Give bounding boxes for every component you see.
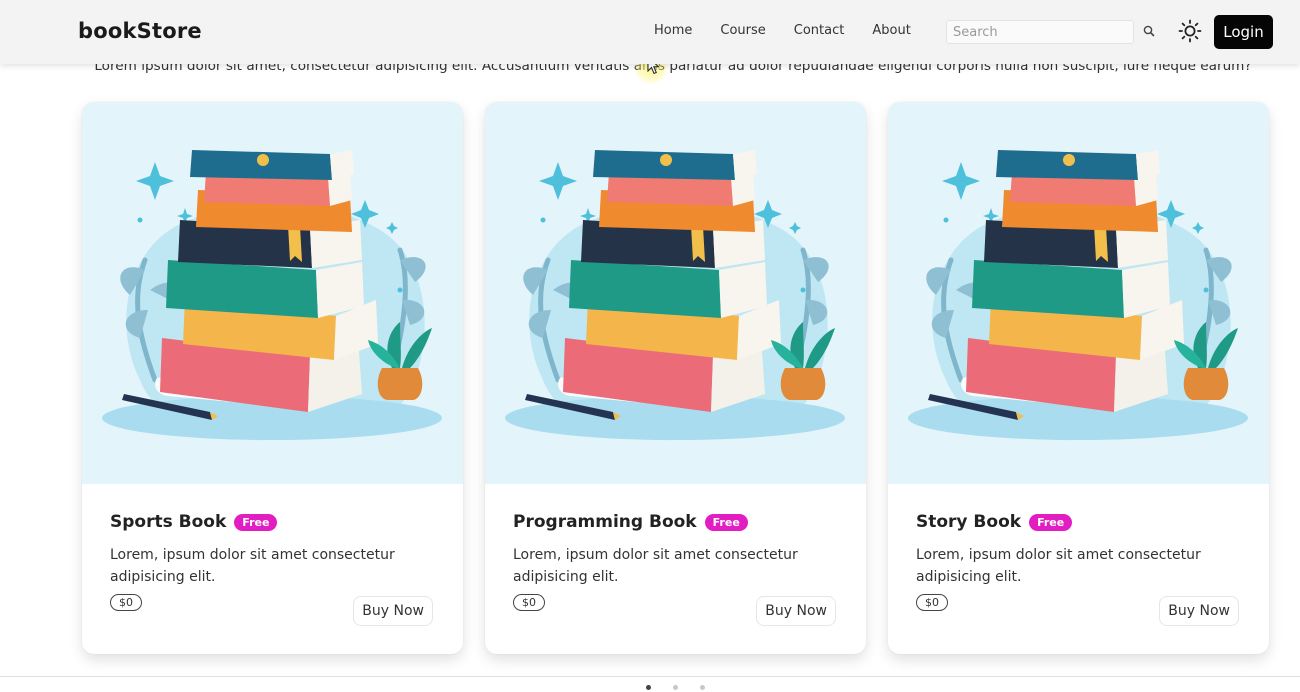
price-tag: $0 <box>916 594 948 611</box>
nav-link-contact[interactable]: Contact <box>794 23 845 38</box>
card-title: Story Book <box>916 512 1022 532</box>
book-card: Sports Book Free Lorem, ipsum dolor sit … <box>82 102 463 654</box>
card-body: Story Book Free Lorem, ipsum dolor sit a… <box>916 512 1241 588</box>
free-badge: Free <box>234 513 278 531</box>
card-title: Programming Book <box>513 512 697 532</box>
price-tag: $0 <box>110 594 142 611</box>
login-button[interactable]: Login <box>1214 15 1273 49</box>
search-input[interactable] <box>946 20 1134 44</box>
nav-link-course[interactable]: Course <box>720 23 765 38</box>
card-description: Lorem, ipsum dolor sit amet consectetur … <box>916 547 1201 585</box>
carousel-dot[interactable] <box>700 685 705 690</box>
carousel-dot[interactable] <box>673 685 678 690</box>
free-badge: Free <box>704 513 748 531</box>
navbar: bookStore Home Course Contact About Logi… <box>0 0 1300 64</box>
buy-now-button[interactable]: Buy Now <box>353 596 433 626</box>
carousel-dots <box>646 685 727 690</box>
card-description: Lorem, ipsum dolor sit amet consectetur … <box>513 547 798 585</box>
book-stack-illustration <box>485 102 866 484</box>
book-stack-image <box>908 150 1248 441</box>
buy-now-button[interactable]: Buy Now <box>756 596 836 626</box>
nav-links: Home Course Contact About <box>640 23 939 38</box>
card-body: Sports Book Free Lorem, ipsum dolor sit … <box>110 512 435 588</box>
card-body: Programming Book Free Lorem, ipsum dolor… <box>513 512 838 588</box>
search-icon[interactable] <box>1142 24 1156 38</box>
book-stack-illustration <box>82 102 463 484</box>
card-description: Lorem, ipsum dolor sit amet consectetur … <box>110 547 395 585</box>
book-card: Programming Book Free Lorem, ipsum dolor… <box>485 102 866 654</box>
nav-link-home[interactable]: Home <box>654 23 692 38</box>
card-title: Sports Book <box>110 512 227 532</box>
buy-now-button[interactable]: Buy Now <box>1159 596 1239 626</box>
price-tag: $0 <box>513 594 545 611</box>
book-card: Story Book Free Lorem, ipsum dolor sit a… <box>888 102 1269 654</box>
free-badge: Free <box>1029 513 1073 531</box>
book-stack-image <box>505 150 845 441</box>
brand-logo[interactable]: bookStore <box>78 19 202 43</box>
book-cards: Sports Book Free Lorem, ipsum dolor sit … <box>82 102 1291 654</box>
book-stack-illustration <box>888 102 1269 484</box>
book-stack-image <box>102 150 442 441</box>
carousel-dot[interactable] <box>646 685 651 690</box>
nav-link-about[interactable]: About <box>872 23 910 38</box>
sun-icon[interactable] <box>1178 19 1202 43</box>
divider <box>0 676 1300 677</box>
